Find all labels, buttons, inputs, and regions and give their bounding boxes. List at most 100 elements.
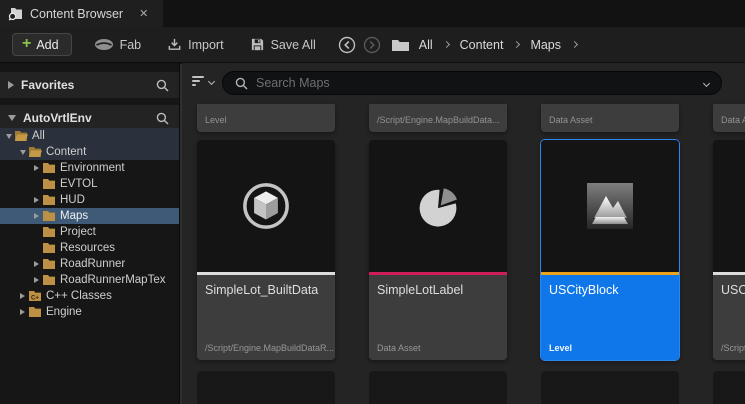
tree-item-environment[interactable]: Environment: [0, 160, 179, 176]
asset-label-area: SimpleLot_BuiltData /Script/Engine.MapBu…: [197, 275, 335, 360]
expand-arrow-icon[interactable]: [3, 134, 14, 139]
expand-arrow-icon[interactable]: [31, 165, 42, 171]
tree-item-content[interactable]: Content: [0, 144, 179, 160]
asset-label-area: SimpleLotLabel Data Asset: [369, 275, 507, 360]
toolbar: + Add Fab Import Save A: [0, 27, 745, 63]
folder-icon: [42, 226, 56, 238]
partial-asset-tile[interactable]: [541, 371, 679, 404]
tree-item-engine[interactable]: Engine: [0, 304, 179, 320]
tree-item-label: Project: [60, 226, 96, 238]
folder-icon: [42, 274, 56, 286]
favorites-section-header[interactable]: Favorites: [0, 72, 179, 98]
breadcrumb-item-maps[interactable]: Maps: [530, 38, 561, 52]
folder-icon: [42, 242, 56, 254]
search-input[interactable]: Search Maps: [222, 71, 722, 95]
expand-arrow-icon[interactable]: [17, 309, 28, 315]
collapse-arrow-icon: [8, 81, 14, 89]
partial-asset-tile[interactable]: /Script/Engine.MapBuildData...: [369, 104, 507, 132]
asset-tile-uscityblock[interactable]: USCityBlock Level: [541, 140, 679, 360]
tree-item-all[interactable]: All: [0, 128, 179, 144]
tree-item-label: All: [32, 130, 45, 142]
asset-name: SimpleLotLabel: [369, 275, 507, 297]
breadcrumb-item-content[interactable]: Content: [460, 38, 504, 52]
asset-label-area: USCityBlock Level: [541, 275, 679, 360]
save-all-button[interactable]: Save All: [250, 37, 316, 52]
chevron-down-icon[interactable]: [703, 79, 710, 86]
close-icon[interactable]: ✕: [139, 7, 148, 20]
search-placeholder: Search Maps: [256, 76, 704, 90]
import-button[interactable]: Import: [167, 37, 223, 52]
partial-asset-tile[interactable]: [369, 371, 507, 404]
tab-content-browser[interactable]: Content Browser ✕: [0, 0, 163, 27]
asset-label-area: USCit /Script: [713, 275, 745, 360]
save-all-button-label: Save All: [271, 38, 316, 52]
tab-title: Content Browser: [30, 7, 123, 21]
filter-icon[interactable]: [192, 76, 204, 86]
folder-icon: [42, 162, 56, 174]
fab-button[interactable]: Fab: [94, 38, 142, 52]
chevron-right-icon: [443, 41, 450, 48]
search-row: Search Maps: [182, 63, 745, 103]
asset-type-text: Level: [205, 115, 227, 125]
partial-asset-tile[interactable]: [713, 371, 745, 404]
chevron-right-icon: [571, 41, 578, 48]
tree-item-hud[interactable]: HUD: [0, 192, 179, 208]
plus-icon: +: [22, 36, 31, 52]
tree-item-roadrunner[interactable]: RoadRunner: [0, 256, 179, 272]
tree-item-maps[interactable]: Maps: [0, 208, 179, 224]
asset-type-text: /Script/Engine.MapBuildData...: [377, 115, 500, 125]
expand-arrow-icon[interactable]: [31, 277, 42, 283]
back-icon[interactable]: [338, 36, 356, 54]
asset-type-text: /Script: [721, 343, 745, 353]
tree-item-label: Content: [46, 146, 86, 158]
autovrtlenv-label: AutoVrtlEnv: [23, 111, 156, 125]
sidebar: Favorites AutoVrtlEnv All: [0, 64, 179, 404]
asset-type-text: Level: [549, 343, 572, 353]
partial-asset-tile[interactable]: Level: [197, 104, 335, 132]
tree-item-label: RoadRunner: [60, 258, 125, 270]
expand-arrow-icon[interactable]: [17, 150, 28, 155]
svg-text:C+: C+: [31, 296, 39, 302]
tree-item-resources[interactable]: Resources: [0, 240, 179, 256]
asset-thumbnail: [713, 140, 745, 272]
expand-arrow-icon[interactable]: [31, 213, 42, 219]
partial-asset-tile[interactable]: Data Asset: [541, 104, 679, 132]
tree-item-project[interactable]: Project: [0, 224, 179, 240]
asset-thumbnail: [369, 140, 507, 272]
chevron-right-icon: [513, 41, 520, 48]
expand-arrow-icon[interactable]: [17, 293, 28, 299]
asset-tile-simplelotlabel[interactable]: SimpleLotLabel Data Asset: [369, 140, 507, 360]
tree-item-cpp-classes[interactable]: C+ C++ Classes: [0, 288, 179, 304]
partial-asset-tile[interactable]: [197, 371, 335, 404]
cube-icon: [240, 180, 292, 232]
tree-item-roadrunnermaptex[interactable]: RoadRunnerMapTex: [0, 272, 179, 288]
import-button-label: Import: [188, 38, 223, 52]
save-all-icon: [250, 37, 265, 52]
asset-type-text: Data A: [721, 115, 745, 125]
folder-icon: [391, 38, 410, 52]
asset-tile-simplelot-builtdata[interactable]: SimpleLot_BuiltData /Script/Engine.MapBu…: [197, 140, 335, 360]
forward-icon[interactable]: [363, 36, 381, 54]
cpp-classes-icon: C+: [28, 290, 42, 302]
asset-name: USCit: [713, 275, 745, 297]
tree-item-label: Maps: [60, 210, 88, 222]
tree-item-label: C++ Classes: [46, 290, 112, 302]
add-button[interactable]: + Add: [12, 33, 72, 56]
folder-tree: All Content Environment: [0, 128, 179, 320]
search-icon[interactable]: [156, 79, 169, 92]
asset-type-text: /Script/Engine.MapBuildDataR...: [205, 343, 334, 353]
fab-icon: [94, 38, 114, 51]
asset-tile-partial-right[interactable]: USCit /Script: [713, 140, 745, 360]
expand-arrow-icon[interactable]: [31, 261, 42, 267]
search-icon[interactable]: [156, 112, 169, 125]
partial-asset-tile[interactable]: Data A: [713, 104, 745, 132]
history-nav: [338, 36, 381, 54]
tree-item-evtol[interactable]: EVTOL: [0, 176, 179, 192]
folder-icon: [42, 258, 56, 270]
breadcrumb-item-all[interactable]: All: [419, 38, 433, 52]
favorites-label: Favorites: [21, 78, 156, 92]
expand-arrow-icon[interactable]: [31, 197, 42, 203]
chevron-down-icon[interactable]: [208, 78, 215, 85]
tree-item-label: Engine: [46, 306, 82, 318]
tab-strip: Content Browser ✕: [0, 0, 745, 27]
